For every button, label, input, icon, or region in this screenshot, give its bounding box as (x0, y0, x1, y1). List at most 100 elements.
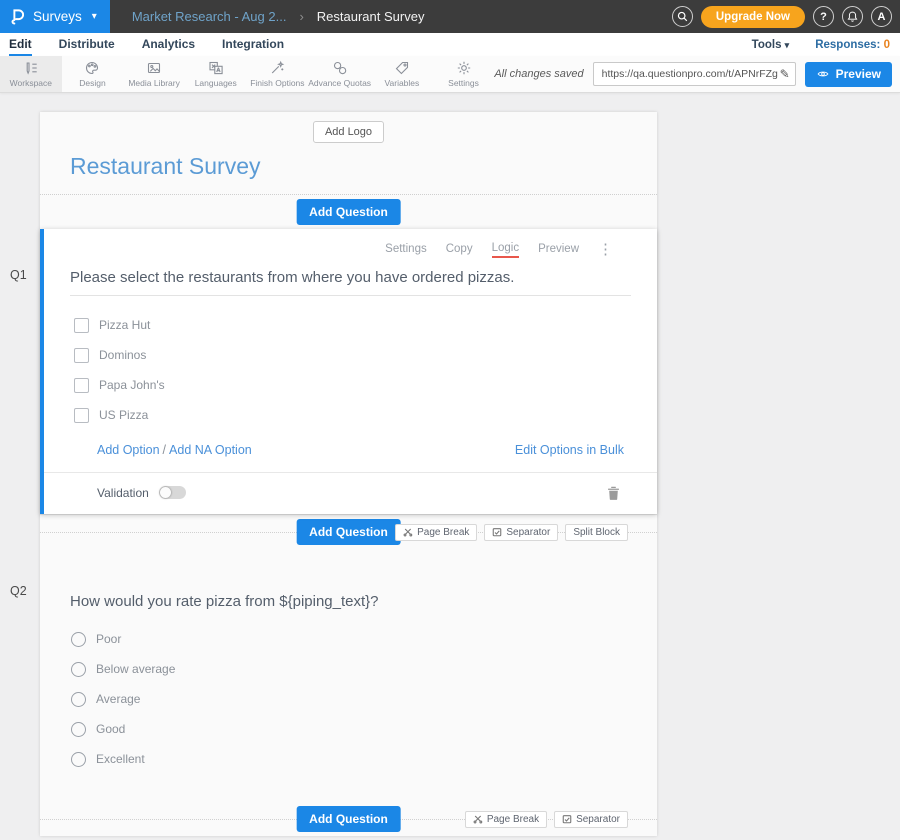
checkbox[interactable] (74, 318, 89, 333)
responses-count[interactable]: Responses: 0 (815, 39, 890, 51)
edit-toolbar: Workspace Design Media Library Languages… (0, 56, 900, 93)
option-row: Papa John's (74, 370, 657, 400)
tool-languages[interactable]: Languages (185, 56, 247, 92)
toggle-knob (160, 487, 171, 498)
question-preview-action[interactable]: Preview (538, 243, 579, 257)
page-break-button[interactable]: Page Break (465, 811, 547, 828)
help-button[interactable]: ? (813, 6, 834, 27)
tool-label: Advance Quotas (308, 78, 371, 88)
question-2-options: Poor Below average Average Good (40, 610, 657, 774)
tools-label: Tools (752, 39, 782, 51)
option-label[interactable]: Average (96, 692, 140, 706)
add-question-button[interactable]: Add Question (296, 806, 401, 832)
nav-tabs: Edit Distribute Analytics Integration (0, 33, 284, 56)
product-menu[interactable]: Surveys ▾ (0, 0, 110, 33)
top-bar-actions: Upgrade Now ? A (672, 6, 900, 28)
add-question-button[interactable]: Add Question (296, 519, 401, 545)
delete-question-button[interactable] (607, 485, 620, 500)
question-settings-action[interactable]: Settings (385, 243, 427, 257)
question-1-text[interactable]: Please select the restaurants from where… (70, 269, 631, 296)
radio-button[interactable] (71, 662, 86, 677)
add-logo-button[interactable]: Add Logo (313, 121, 384, 143)
breadcrumb-folder[interactable]: Market Research - Aug 2... (132, 9, 287, 24)
separator-button[interactable]: Separator (484, 524, 558, 541)
question-2-card: How would you rate pizza from ${piping_t… (40, 549, 657, 836)
chevron-down-icon: ▾ (785, 40, 790, 50)
account-avatar[interactable]: A (871, 6, 892, 27)
separator-icon (492, 527, 502, 537)
survey-url-input[interactable] (600, 67, 780, 81)
validation-toggle[interactable] (159, 486, 186, 499)
option-label[interactable]: Good (96, 722, 125, 736)
option-label[interactable]: Dominos (99, 348, 146, 362)
responses-value: 0 (884, 39, 890, 51)
option-row: Pizza Hut (74, 310, 657, 340)
split-block-label: Split Block (573, 527, 620, 538)
survey-editor-column: Add Logo Restaurant Survey Add Question … (40, 112, 657, 836)
tool-label: Finish Options (250, 78, 304, 88)
tab-analytics[interactable]: Analytics (142, 33, 195, 56)
tool-advance-quotas[interactable]: Advance Quotas (308, 56, 371, 92)
kebab-menu-icon[interactable]: ⋮ (598, 245, 613, 255)
top-bar: Surveys ▾ Market Research - Aug 2... › R… (0, 0, 900, 33)
tool-media-library[interactable]: Media Library (123, 56, 185, 92)
edit-options-in-bulk-link[interactable]: Edit Options in Bulk (515, 443, 624, 457)
trash-icon (607, 485, 620, 500)
chevron-down-icon: ▾ (92, 11, 97, 22)
option-label[interactable]: Papa John's (99, 378, 165, 392)
question-1-card: Settings Copy Logic Preview ⋮ Please sel… (40, 229, 657, 514)
radio-button[interactable] (71, 722, 86, 737)
upgrade-now-button[interactable]: Upgrade Now (701, 6, 805, 28)
add-option-link[interactable]: Add Option (97, 443, 160, 457)
gear-icon (456, 60, 472, 76)
breadcrumb-separator-icon: › (299, 9, 303, 24)
breadcrumb-current: Restaurant Survey (317, 9, 425, 24)
questionpro-app: Surveys ▾ Market Research - Aug 2... › R… (0, 0, 900, 840)
radio-button[interactable] (71, 752, 86, 767)
question-2-index: Q2 (10, 584, 27, 598)
insert-strip-middle: Add Question Page Break Separator Split … (40, 514, 657, 549)
tool-workspace[interactable]: Workspace (0, 56, 62, 92)
tool-design[interactable]: Design (62, 56, 124, 92)
question-logic-action[interactable]: Logic (492, 242, 520, 258)
page-break-button[interactable]: Page Break (395, 524, 477, 541)
tool-finish-options[interactable]: Finish Options (247, 56, 309, 92)
tools-menu[interactable]: Tools ▾ (752, 39, 790, 51)
tool-settings[interactable]: Settings (433, 56, 495, 92)
checkbox[interactable] (74, 378, 89, 393)
question-1-actions: Settings Copy Logic Preview ⋮ (44, 229, 657, 258)
checkbox[interactable] (74, 348, 89, 363)
tool-variables[interactable]: Variables (371, 56, 433, 92)
question-1-options: Pizza Hut Dominos Papa John's US Pizza (44, 296, 657, 430)
tab-integration[interactable]: Integration (222, 33, 284, 56)
option-label[interactable]: Below average (96, 662, 175, 676)
search-button[interactable] (672, 6, 693, 27)
tab-distribute[interactable]: Distribute (59, 33, 115, 56)
checkbox[interactable] (74, 408, 89, 423)
tag-icon (394, 60, 410, 76)
radio-button[interactable] (71, 692, 86, 707)
validation-label: Validation (97, 486, 149, 500)
notifications-button[interactable] (842, 6, 863, 27)
add-na-option-link[interactable]: Add NA Option (169, 443, 252, 457)
option-label[interactable]: Poor (96, 632, 121, 646)
question-copy-action[interactable]: Copy (446, 243, 473, 257)
tab-edit[interactable]: Edit (9, 33, 32, 56)
survey-nav: Edit Distribute Analytics Integration To… (0, 33, 900, 57)
survey-canvas: Q1 Q2 Add Logo Restaurant Survey Add Que… (0, 92, 900, 840)
option-row: Dominos (74, 340, 657, 370)
add-question-button[interactable]: Add Question (296, 199, 401, 225)
option-label[interactable]: Pizza Hut (99, 318, 150, 332)
separator-button[interactable]: Separator (554, 811, 628, 828)
question-2-text[interactable]: How would you rate pizza from ${piping_t… (70, 593, 627, 610)
preview-button[interactable]: Preview (805, 62, 892, 87)
option-label[interactable]: Excellent (96, 752, 145, 766)
radio-button[interactable] (71, 632, 86, 647)
split-block-button[interactable]: Split Block (565, 524, 628, 541)
separator-label: Separator (506, 527, 550, 538)
survey-title[interactable]: Restaurant Survey (70, 153, 260, 179)
edit-url-pencil-icon[interactable]: ✎ (780, 67, 790, 81)
save-status: All changes saved (494, 68, 583, 80)
insert-tools-group: Page Break Separator (465, 811, 628, 828)
option-label[interactable]: US Pizza (99, 408, 148, 422)
